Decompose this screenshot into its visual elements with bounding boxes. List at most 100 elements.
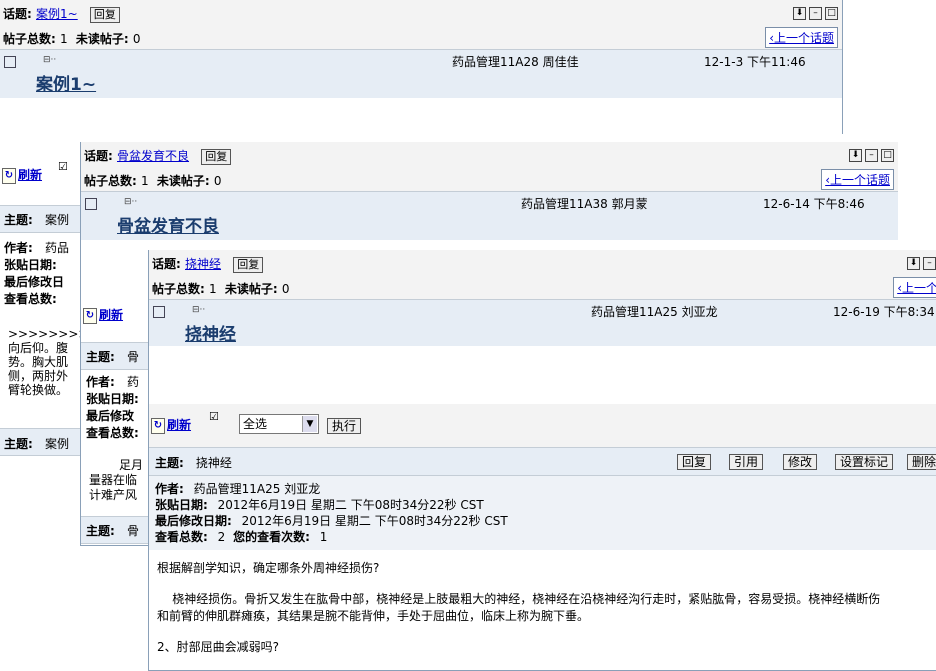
body-line: >>>>>>>> bbox=[8, 327, 89, 341]
views-label: 查看总数: bbox=[86, 426, 139, 440]
post-checkbox[interactable] bbox=[85, 198, 97, 210]
post-title-link[interactable]: 骨盆发育不良 bbox=[117, 212, 219, 237]
body-paragraph: 2、肘部屈曲会减弱吗? bbox=[157, 640, 280, 654]
refresh-link-1[interactable]: ↻ 刷新 bbox=[2, 166, 42, 184]
body-paragraph: 根据解剖学知识，确定哪条外周神经损伤? bbox=[157, 561, 380, 575]
topic-label: 话题: bbox=[152, 257, 181, 271]
refresh-label: 刷新 bbox=[167, 418, 192, 432]
post-title-link[interactable]: 挠神经 bbox=[185, 320, 236, 345]
subject-value-frag: 骨 bbox=[127, 524, 140, 538]
refresh-icon: ↻ bbox=[2, 167, 16, 184]
refresh-link[interactable]: ↻ 刷新 bbox=[151, 416, 191, 434]
body-line: 向后仰。腹 bbox=[8, 341, 69, 355]
quote-button[interactable]: 引用 bbox=[729, 454, 764, 470]
post-checkbox[interactable] bbox=[4, 56, 16, 68]
minimize-icon[interactable]: – bbox=[865, 149, 878, 162]
total-posts-label: 帖子总数: bbox=[152, 282, 205, 296]
topic-row: 话题: 案例1~ 回复 bbox=[3, 5, 120, 23]
topic-row: 话题: 骨盆发育不良 回复 bbox=[84, 147, 232, 165]
execute-button[interactable]: 执行 bbox=[327, 418, 362, 434]
post-date-label: 张贴日期: bbox=[4, 258, 57, 272]
author-value: 药品管理11A25 刘亚龙 bbox=[193, 482, 321, 496]
subject-fragment-1: 主题: 案例 bbox=[4, 211, 69, 228]
maximize-icon[interactable]: □ bbox=[881, 149, 894, 162]
selection-dropdown[interactable]: 全选 ▼ bbox=[239, 414, 319, 434]
post-title-link[interactable]: 案例1~ bbox=[36, 70, 96, 95]
body-fragment-2: 足月 量器在临 计难产风 bbox=[89, 458, 143, 503]
body-paragraph: 桡神经损伤。骨折又发生在肱骨中部，桡神经是上肢最粗大的神经，桡神经在沿桡神经沟行… bbox=[157, 592, 881, 606]
unread-posts-label: 未读帖子: bbox=[224, 282, 278, 296]
unread-posts-value: 0 bbox=[281, 282, 290, 296]
author-frag: 药品 bbox=[45, 241, 70, 255]
topic-label: 话题: bbox=[3, 7, 32, 21]
topic-header: 话题: 骨盆发育不良 回复 帖子总数: 1 未读帖子: 0 ⬇ – □ ‹上一个话题 bbox=[81, 142, 898, 192]
minimize-icon[interactable]: – bbox=[809, 7, 822, 20]
reply-button[interactable]: 回复 bbox=[233, 257, 264, 273]
your-views-value: 1 bbox=[319, 530, 328, 544]
thread-tree-icon: ⊟·· bbox=[192, 305, 206, 315]
subject-value-frag: 案例 bbox=[45, 213, 70, 227]
post-author: 药品管理11A25 刘亚龙 bbox=[591, 305, 718, 319]
thread-tree-icon: ⊟·· bbox=[43, 55, 57, 65]
prev-topic-button[interactable]: ‹上一个话题 bbox=[821, 169, 894, 190]
edit-button[interactable]: 修改 bbox=[783, 454, 818, 470]
views-value: 2 bbox=[217, 530, 226, 544]
download-icon[interactable]: ⬇ bbox=[793, 7, 806, 20]
select-all-icon[interactable]: ☑ bbox=[209, 410, 219, 423]
topic-label: 话题: bbox=[84, 149, 113, 163]
prev-topic-button[interactable]: ‹上一个话题 bbox=[893, 277, 936, 298]
author-label: 作者: bbox=[86, 375, 115, 389]
post-toolbar: ↻ 刷新 ☑ 全选 ▼ 执行 bbox=[149, 404, 936, 448]
body-line: 臂轮换做。 bbox=[8, 383, 69, 397]
total-posts-value: 1 bbox=[209, 282, 217, 296]
post-row: ⊟·· 骨盆发育不良 药品管理11A38 郭月蒙 12-6-14 下午8:46 bbox=[81, 192, 898, 240]
topic-link[interactable]: 案例1~ bbox=[36, 7, 78, 21]
minimize-icon[interactable]: – bbox=[923, 257, 936, 270]
refresh-icon: ↻ bbox=[83, 307, 97, 324]
meta-fragment-1: 作者: 药品 张贴日期: 最后修改日 查看总数: bbox=[4, 240, 69, 308]
download-icon[interactable]: ⬇ bbox=[849, 149, 862, 162]
prev-topic-button[interactable]: ‹上一个话题 bbox=[765, 27, 838, 48]
body-paragraph: 和前臂的伸肌群瘫痪，其结果是腕不能背伸，手处于屈曲位，临床上称为腕下垂。 bbox=[157, 609, 590, 623]
download-icon[interactable]: ⬇ bbox=[907, 257, 920, 270]
reply-action-button[interactable]: 回复 bbox=[677, 454, 712, 470]
views-label: 查看总数: bbox=[4, 292, 57, 306]
last-modified-frag: 最后修改 bbox=[86, 409, 135, 423]
post-checkbox[interactable] bbox=[153, 306, 165, 318]
subject-value-frag: 骨 bbox=[127, 350, 140, 364]
select-all-icon[interactable]: ☑ bbox=[58, 160, 68, 173]
topic-link[interactable]: 挠神经 bbox=[185, 257, 221, 271]
total-posts-value: 1 bbox=[141, 174, 149, 188]
post-date: 12-1-3 下午11:46 bbox=[704, 55, 806, 69]
subject-value-frag: 案例 bbox=[45, 437, 70, 451]
discussion-window-3: 话题: 挠神经 回复 帖子总数: 1 未读帖子: 0 ⬇– ‹上一个话题 ⊟··… bbox=[148, 250, 936, 671]
post-date: 12-6-14 下午8:46 bbox=[763, 197, 865, 211]
chevron-down-icon: ▼ bbox=[302, 416, 317, 432]
reply-button[interactable]: 回复 bbox=[201, 149, 232, 165]
post-author: 药品管理11A28 周佳佳 bbox=[452, 55, 579, 69]
post-date-label: 张贴日期: bbox=[86, 392, 139, 406]
unread-posts-value: 0 bbox=[132, 32, 141, 46]
unread-posts-value: 0 bbox=[213, 174, 222, 188]
delete-button[interactable]: 删除 bbox=[907, 454, 936, 470]
refresh-link-2[interactable]: ↻ 刷新 bbox=[83, 306, 123, 324]
topic-header: 话题: 挠神经 回复 帖子总数: 1 未读帖子: 0 ⬇– ‹上一个话题 bbox=[149, 250, 936, 300]
post-row: ⊟·· 挠神经 药品管理11A25 刘亚龙 12-6-19 下午8:34 bbox=[149, 300, 936, 346]
refresh-icon: ↻ bbox=[151, 417, 165, 434]
last-modified-value: 2012年6月19日 星期二 下午08时34分22秒 CST bbox=[241, 514, 508, 528]
subject-label: 主题: bbox=[4, 437, 33, 451]
reply-button[interactable]: 回复 bbox=[89, 7, 120, 23]
topic-link[interactable]: 骨盆发育不良 bbox=[117, 149, 189, 163]
body-line: 侧，两肘外 bbox=[8, 369, 69, 383]
post-author: 药品管理11A38 郭月蒙 bbox=[521, 197, 648, 211]
your-views-label: 您的查看次数: bbox=[233, 530, 310, 544]
subject-label: 主题: bbox=[4, 213, 33, 227]
body-line: 足月 bbox=[119, 458, 144, 472]
maximize-icon[interactable]: □ bbox=[825, 7, 838, 20]
body-line: 量器在临 bbox=[89, 473, 138, 487]
subject-fragment-3: 主题: 骨 bbox=[86, 348, 139, 365]
set-flag-button[interactable]: 设置标记 bbox=[835, 454, 894, 470]
subject-label: 主题: bbox=[86, 350, 115, 364]
message-subject-bar: 主题: 挠神经 回复 引用 修改 设置标记 删除 bbox=[149, 448, 936, 476]
